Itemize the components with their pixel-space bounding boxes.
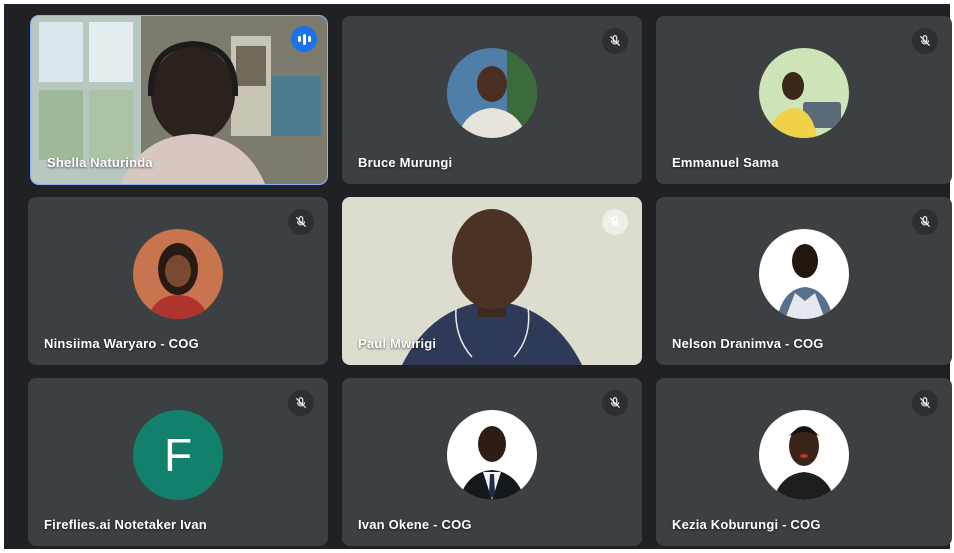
audio-level-icon xyxy=(291,26,317,52)
participant-tile-shella[interactable]: Shella Naturinda xyxy=(30,15,328,185)
participant-name: Nelson Dranimva - COG xyxy=(672,336,824,351)
avatar xyxy=(759,410,849,500)
participant-tile-ivan[interactable]: Ivan Okene - COG xyxy=(342,378,642,546)
mic-off-icon xyxy=(288,390,314,416)
participant-name: Emmanuel Sama xyxy=(672,155,779,170)
mic-off-icon xyxy=(288,209,314,235)
participant-name: Shella Naturinda xyxy=(47,155,153,170)
participant-name: Bruce Murungi xyxy=(358,155,453,170)
participant-name: Ivan Okene - COG xyxy=(358,517,472,532)
mic-off-icon xyxy=(912,28,938,54)
meeting-grid: Shella Naturinda Bruce Murungi Emmanuel … xyxy=(4,4,952,549)
participant-tile-paul[interactable]: Paul Mwirigi xyxy=(342,197,642,365)
mic-off-icon xyxy=(602,209,628,235)
participant-name: Paul Mwirigi xyxy=(358,336,437,351)
participant-name: Fireflies.ai Notetaker Ivan xyxy=(44,517,207,532)
participant-name: Kezia Koburungi - COG xyxy=(672,517,821,532)
mic-off-icon xyxy=(912,390,938,416)
mic-off-icon xyxy=(602,390,628,416)
participant-name: Ninsiima Waryaro - COG xyxy=(44,336,199,351)
avatar: F xyxy=(133,410,223,500)
mic-off-icon xyxy=(602,28,628,54)
participant-tile-kezia[interactable]: Kezia Koburungi - COG xyxy=(656,378,952,546)
participant-tile-emmanuel[interactable]: Emmanuel Sama xyxy=(656,16,952,184)
participant-tile-bruce[interactable]: Bruce Murungi xyxy=(342,16,642,184)
mic-off-icon xyxy=(912,209,938,235)
avatar xyxy=(759,48,849,138)
avatar xyxy=(447,410,537,500)
avatar xyxy=(133,229,223,319)
avatar xyxy=(447,48,537,138)
participant-tile-fireflies[interactable]: F Fireflies.ai Notetaker Ivan xyxy=(28,378,328,546)
avatar xyxy=(759,229,849,319)
participant-tile-nelson[interactable]: Nelson Dranimva - COG xyxy=(656,197,952,365)
participant-tile-ninsiima[interactable]: Ninsiima Waryaro - COG xyxy=(28,197,328,365)
